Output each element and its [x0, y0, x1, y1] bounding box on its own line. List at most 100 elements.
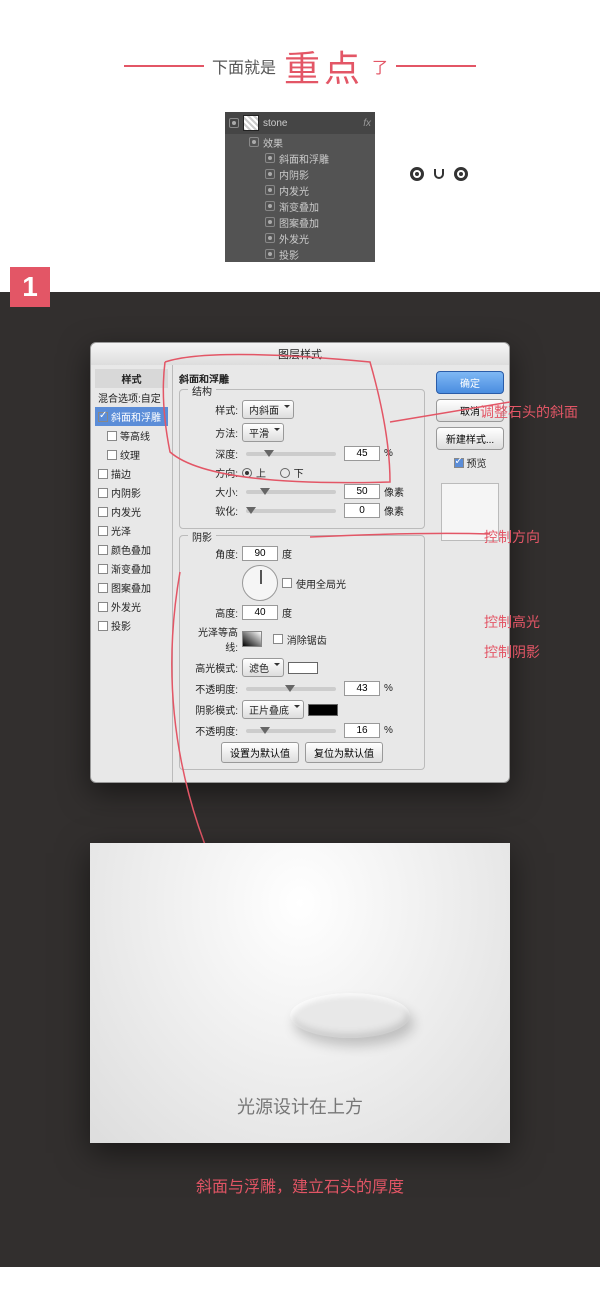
checkbox-icon[interactable] — [98, 507, 108, 517]
highlight-mode-select[interactable]: 滤色 — [242, 658, 284, 677]
visibility-icon[interactable] — [265, 169, 275, 179]
global-light-check[interactable] — [282, 578, 292, 588]
antialias-check[interactable] — [273, 634, 283, 644]
fx-item[interactable]: 内阴影 — [225, 166, 375, 182]
new-style-button[interactable]: 新建样式... — [436, 427, 504, 450]
checkbox-icon[interactable] — [107, 450, 117, 460]
checkbox-icon[interactable] — [98, 526, 108, 536]
style-item[interactable]: 描边 — [95, 464, 168, 483]
highlight-opacity-input[interactable] — [344, 681, 380, 696]
style-item[interactable]: 外发光 — [95, 597, 168, 616]
label: 方法: — [188, 425, 238, 440]
style-item[interactable]: 光泽 — [95, 521, 168, 540]
visibility-icon[interactable] — [265, 153, 275, 163]
shadow-opacity-slider[interactable] — [246, 729, 336, 733]
face-decoration — [410, 167, 468, 181]
label: 高度: — [188, 605, 238, 620]
structure-group: 结构 样式:内斜面 方法:平滑 深度:% 方向:上 下 大小:像素 软化:像素 — [179, 389, 425, 529]
checkbox-icon[interactable] — [98, 469, 108, 479]
label: 方向: — [188, 465, 238, 480]
highlight-opacity-slider[interactable] — [246, 687, 336, 691]
angle-input[interactable] — [242, 546, 278, 561]
annotation: 控制阴影 — [484, 642, 540, 662]
fx-item[interactable]: 外发光 — [225, 230, 375, 246]
fx-icon[interactable]: fx — [363, 118, 371, 129]
fx-group[interactable]: 效果 — [225, 134, 375, 150]
top-area: stone fx 效果 斜面和浮雕 内阴影 内发光 渐变叠加 图案叠加 外发光 … — [0, 112, 600, 292]
dialog-content: 斜面和浮雕 结构 样式:内斜面 方法:平滑 深度:% 方向:上 下 大小:像素 … — [173, 365, 431, 782]
label: 不透明度: — [188, 681, 238, 696]
preview-check[interactable] — [454, 458, 464, 468]
rule-right — [396, 65, 476, 67]
style-item[interactable]: 颜色叠加 — [95, 540, 168, 559]
visibility-icon[interactable] — [265, 233, 275, 243]
visibility-icon[interactable] — [265, 185, 275, 195]
style-hdr: 样式 — [95, 369, 168, 388]
mouth-icon — [434, 169, 444, 179]
style-item[interactable]: 投影 — [95, 616, 168, 635]
visibility-icon[interactable] — [265, 249, 275, 259]
angle-wheel[interactable] — [242, 565, 278, 601]
visibility-icon[interactable] — [249, 137, 259, 147]
fx-item[interactable]: 渐变叠加 — [225, 198, 375, 214]
blend-options[interactable]: 混合选项:自定 — [95, 388, 168, 407]
checkbox-icon[interactable] — [107, 431, 117, 441]
checkbox-icon[interactable] — [98, 621, 108, 631]
contour-picker[interactable] — [242, 631, 262, 647]
checkbox-icon[interactable] — [98, 412, 108, 422]
stone-shape — [290, 993, 410, 1038]
size-slider[interactable] — [246, 490, 336, 494]
depth-slider[interactable] — [246, 452, 336, 456]
label: 大小: — [188, 484, 238, 499]
visibility-icon[interactable] — [265, 217, 275, 227]
make-default-button[interactable]: 设置为默认值 — [221, 742, 299, 763]
dialog-buttons: 确定 取消 新建样式... 预览 — [431, 365, 509, 782]
highlight-color[interactable] — [288, 662, 318, 674]
style-item[interactable]: 图案叠加 — [95, 578, 168, 597]
layer-thumb — [243, 115, 259, 131]
style-item[interactable]: 内阴影 — [95, 483, 168, 502]
dir-down-radio[interactable] — [280, 468, 290, 478]
dir-up-radio[interactable] — [242, 468, 252, 478]
layer-name: stone — [263, 118, 287, 129]
ok-button[interactable]: 确定 — [436, 371, 504, 394]
rule-left — [124, 65, 204, 67]
style-item[interactable]: 等高线 — [95, 426, 168, 445]
style-item[interactable]: 渐变叠加 — [95, 559, 168, 578]
checkbox-icon[interactable] — [98, 564, 108, 574]
label: 深度: — [188, 446, 238, 461]
checkbox-icon[interactable] — [98, 583, 108, 593]
annotation: 控制方向 — [484, 527, 540, 547]
style-select[interactable]: 内斜面 — [242, 400, 294, 419]
soften-input[interactable] — [344, 503, 380, 518]
dark-section: 1 调整石头的斜面 控制方向 控制高光 控制阴影 图层样式 样式 混合选项:自定… — [0, 292, 600, 1267]
fx-item[interactable]: 内发光 — [225, 182, 375, 198]
checkbox-icon[interactable] — [98, 545, 108, 555]
shadow-mode-select[interactable]: 正片叠底 — [242, 700, 304, 719]
fx-item[interactable]: 投影 — [225, 246, 375, 262]
header-main: 重点 — [284, 40, 364, 92]
checkbox-icon[interactable] — [98, 602, 108, 612]
size-input[interactable] — [344, 484, 380, 499]
style-item[interactable]: 内发光 — [95, 502, 168, 521]
shadow-color[interactable] — [308, 704, 338, 716]
fx-item[interactable]: 图案叠加 — [225, 214, 375, 230]
header-post: 了 — [372, 54, 388, 78]
checkbox-icon[interactable] — [98, 488, 108, 498]
depth-input[interactable] — [344, 446, 380, 461]
visibility-icon[interactable] — [265, 201, 275, 211]
layers-panel: stone fx 效果 斜面和浮雕 内阴影 内发光 渐变叠加 图案叠加 外发光 … — [225, 112, 375, 262]
layer-row[interactable]: stone fx — [225, 112, 375, 134]
label: 样式: — [188, 402, 238, 417]
eye-icon — [454, 167, 468, 181]
method-select[interactable]: 平滑 — [242, 423, 284, 442]
visibility-icon[interactable] — [229, 118, 239, 128]
style-item[interactable]: 纹理 — [95, 445, 168, 464]
altitude-input[interactable] — [242, 605, 278, 620]
bottom-caption: 斜面与浮雕，建立石头的厚度 — [0, 1143, 600, 1227]
style-item[interactable]: 斜面和浮雕 — [95, 407, 168, 426]
soften-slider[interactable] — [246, 509, 336, 513]
shadow-opacity-input[interactable] — [344, 723, 380, 738]
reset-default-button[interactable]: 复位为默认值 — [305, 742, 383, 763]
fx-item[interactable]: 斜面和浮雕 — [225, 150, 375, 166]
